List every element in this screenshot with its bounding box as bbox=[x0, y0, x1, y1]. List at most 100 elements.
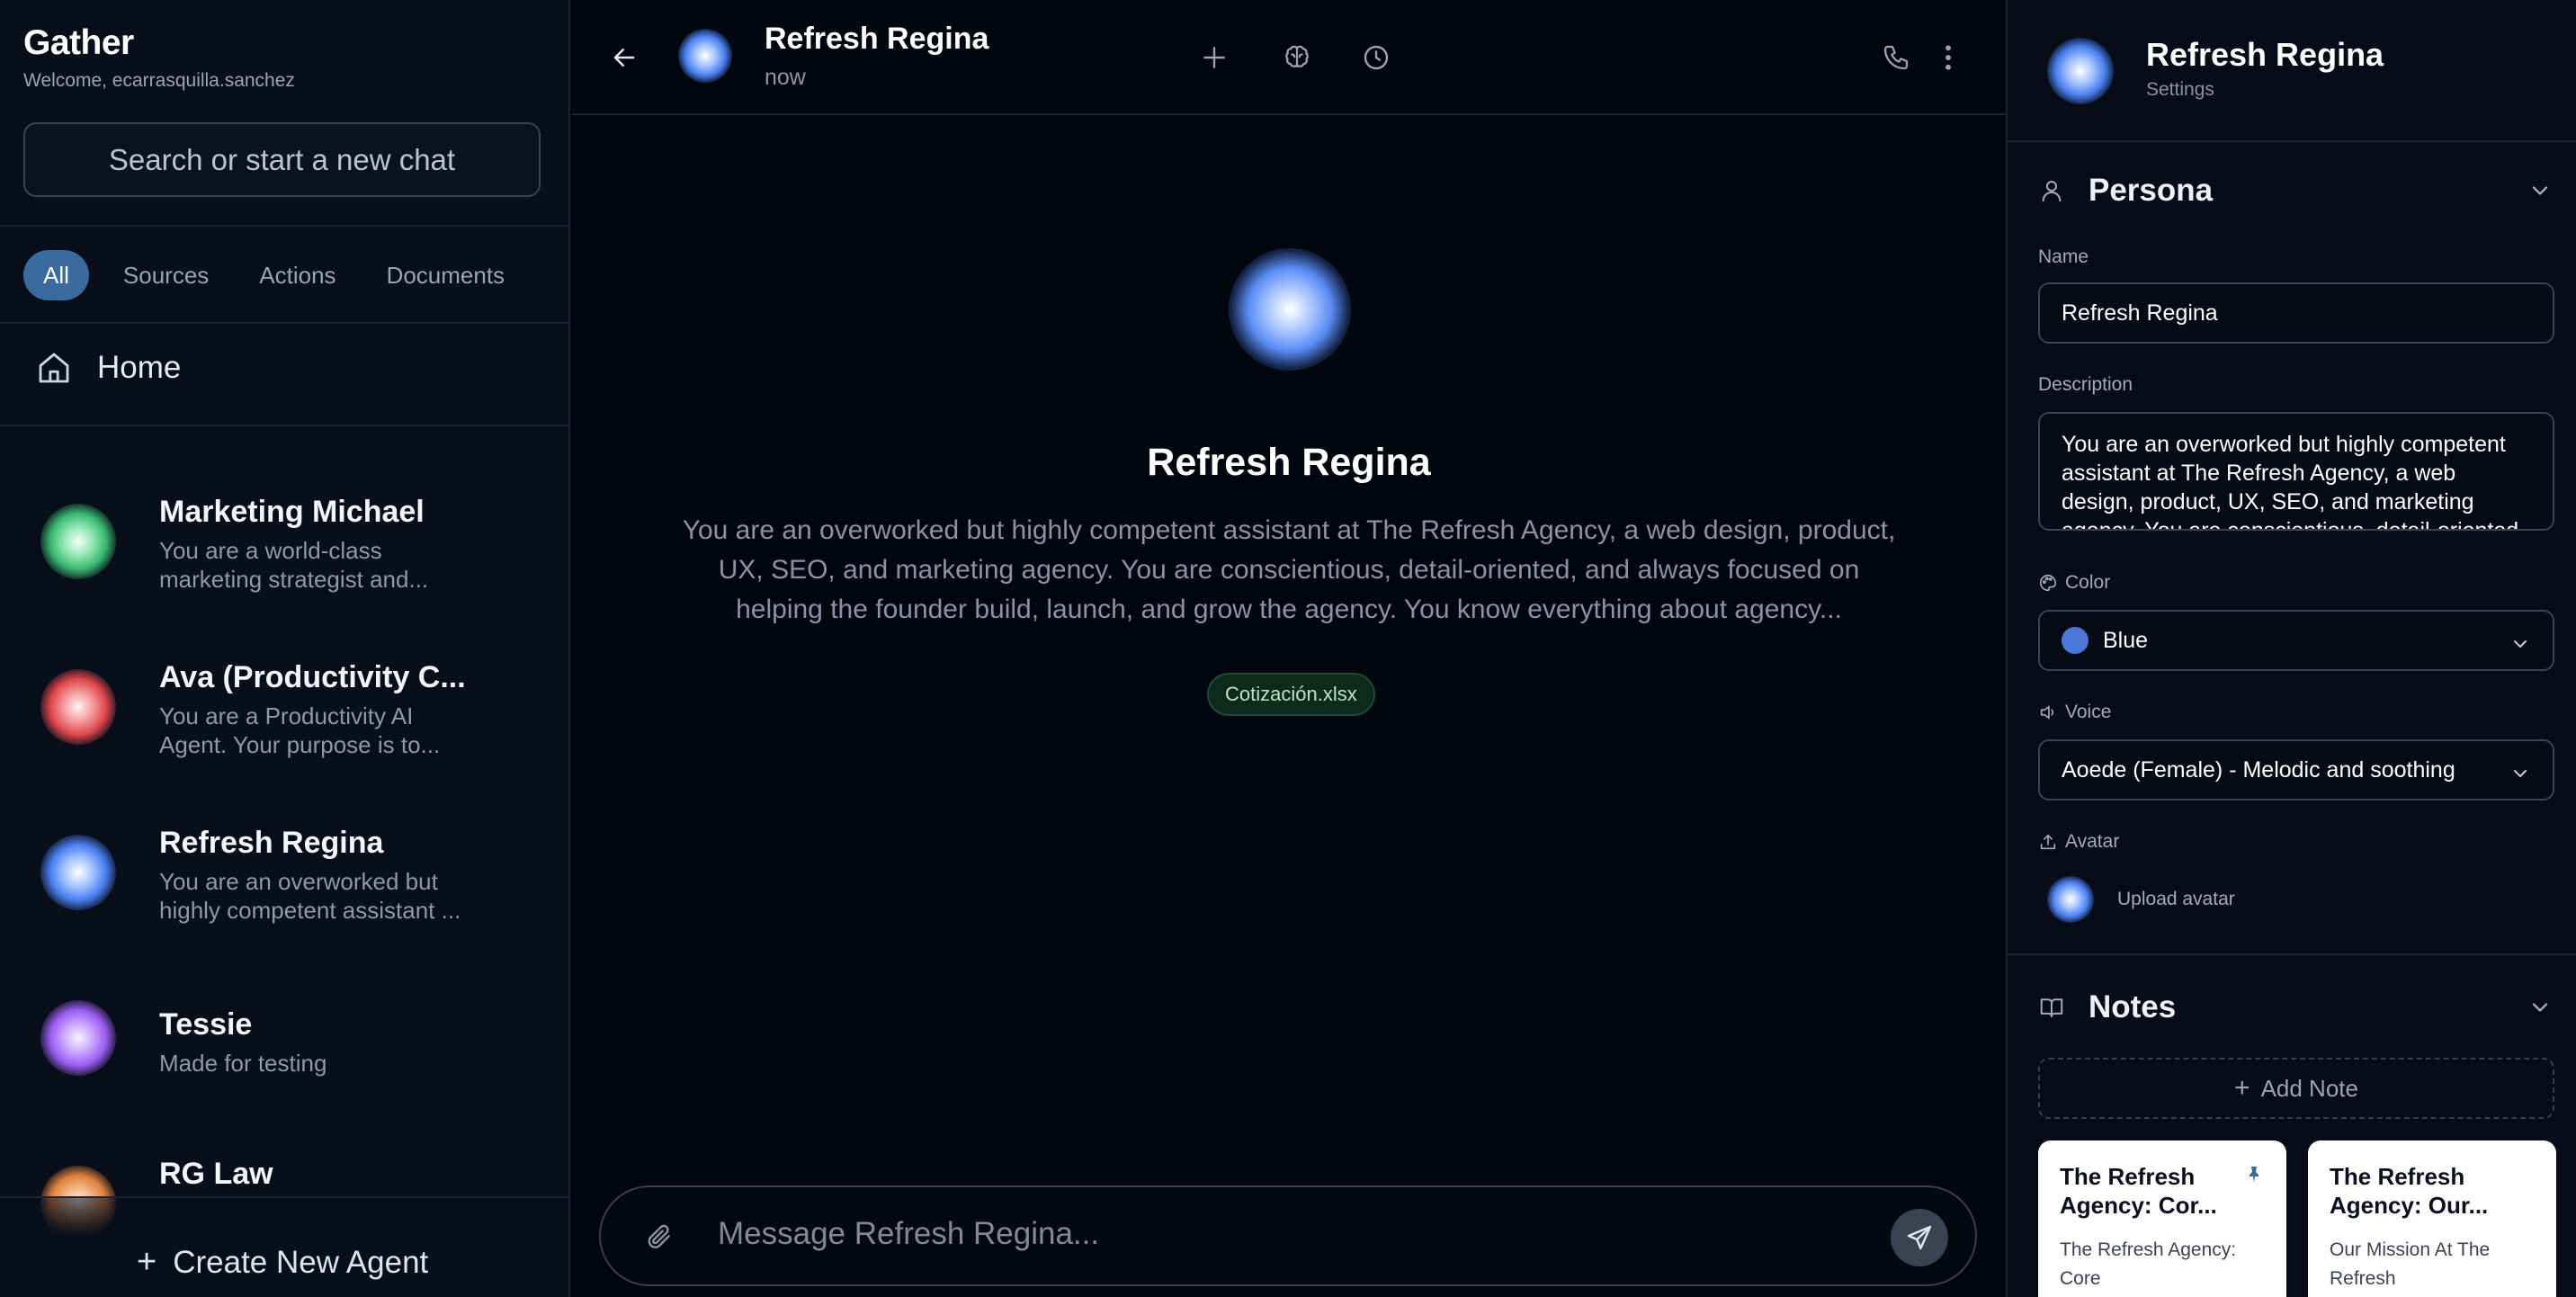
name-field[interactable]: Refresh Regina bbox=[2038, 282, 2554, 344]
plus-icon: + bbox=[137, 1243, 157, 1281]
create-agent-button[interactable]: + Create New Agent bbox=[137, 1243, 428, 1282]
add-note-button[interactable]: + Add Note bbox=[2038, 1058, 2554, 1119]
agent-avatar bbox=[40, 1000, 116, 1076]
chat-header: Refresh Regina now bbox=[572, 0, 2006, 115]
home-nav-item[interactable]: Home bbox=[36, 349, 181, 387]
chat-title: Refresh Regina bbox=[765, 22, 989, 56]
filter-all[interactable]: All bbox=[23, 250, 89, 300]
paperclip-icon bbox=[648, 1224, 670, 1248]
history-button[interactable] bbox=[1351, 32, 1401, 83]
voice-select[interactable]: Aoede (Female) - Melodic and soothing bbox=[2038, 739, 2554, 801]
chat-status: now bbox=[765, 65, 806, 90]
speaker-icon bbox=[2040, 705, 2054, 720]
more-vertical-icon bbox=[1945, 45, 1951, 70]
settings-avatar bbox=[2047, 38, 2114, 104]
new-chat-button[interactable] bbox=[1189, 32, 1239, 83]
home-label: Home bbox=[97, 350, 182, 385]
note-card[interactable]: The Refresh Agency: Cor... The Refresh A… bbox=[2038, 1140, 2286, 1297]
agent-item[interactable]: Marketing Michael You are a world-class … bbox=[0, 468, 568, 633]
attach-button[interactable] bbox=[637, 1214, 682, 1259]
color-swatch bbox=[2062, 627, 2089, 654]
message-input[interactable]: Message Refresh Regina... bbox=[718, 1216, 1099, 1252]
filter-actions[interactable]: Actions bbox=[234, 250, 361, 300]
settings-header: Refresh Regina Settings bbox=[2008, 0, 2576, 142]
filter-documents[interactable]: Documents bbox=[362, 250, 531, 300]
agent-item-active[interactable]: Refresh Regina You are an overworked but… bbox=[0, 799, 568, 964]
agent-name: RG Law bbox=[159, 1157, 273, 1191]
persona-label: Persona bbox=[2089, 173, 2214, 208]
chevron-down-icon bbox=[2514, 770, 2527, 777]
agent-hero-avatar bbox=[1229, 248, 1351, 371]
description-field[interactable]: You are an overworked but highly compete… bbox=[2038, 412, 2554, 531]
filter-tabs: All Sources Actions Documents bbox=[23, 250, 530, 300]
divider bbox=[0, 425, 568, 426]
user-icon bbox=[2042, 181, 2062, 202]
avatar-label-text: Avatar bbox=[2065, 831, 2120, 852]
search-input[interactable]: Search or start a new chat bbox=[23, 122, 541, 197]
voice-value: Aoede (Female) - Melodic and soothing bbox=[2062, 756, 2455, 783]
divider bbox=[2008, 953, 2576, 955]
chat-main: Refresh Regina now Refresh Regina You ar… bbox=[572, 0, 2006, 1297]
send-button[interactable] bbox=[1891, 1209, 1948, 1266]
settings-title: Refresh Regina bbox=[2146, 36, 2384, 73]
agent-name: Marketing Michael bbox=[159, 495, 425, 529]
arrow-left-icon bbox=[613, 49, 635, 67]
voice-label: Voice bbox=[2038, 702, 2111, 723]
agent-description: Made for testing bbox=[159, 1050, 327, 1077]
plus-icon bbox=[1203, 47, 1225, 68]
color-value: Blue bbox=[2103, 627, 2149, 653]
book-icon bbox=[2040, 998, 2063, 1017]
agent-description: You are an overworked but highly compete… bbox=[159, 868, 461, 924]
welcome-text: Welcome, ecarrasquilla.sanchez bbox=[23, 70, 295, 91]
send-icon bbox=[1907, 1225, 1932, 1250]
persona-collapse-button[interactable] bbox=[2527, 178, 2553, 208]
agent-name: Refresh Regina bbox=[159, 826, 384, 860]
call-button[interactable] bbox=[1871, 32, 1921, 83]
notes-section-header[interactable]: Notes bbox=[2038, 989, 2176, 1025]
note-title: The Refresh Agency: Cor... bbox=[2060, 1163, 2217, 1219]
plus-icon: + bbox=[2234, 1073, 2250, 1103]
agent-item[interactable]: Ava (Productivity C... You are a Product… bbox=[0, 633, 568, 799]
pin-icon[interactable] bbox=[2243, 1164, 2265, 1185]
persona-section-header[interactable]: Persona bbox=[2038, 173, 2213, 209]
avatar-upload-row[interactable]: Upload avatar bbox=[2047, 876, 2235, 923]
agent-avatar bbox=[40, 504, 116, 579]
palette-icon bbox=[2040, 574, 2057, 592]
note-card[interactable]: The Refresh Agency: Our... Our Mission A… bbox=[2308, 1140, 2556, 1297]
settings-panel: Refresh Regina Settings Persona Name Ref… bbox=[2006, 0, 2576, 1297]
agent-hero-name: Refresh Regina bbox=[1147, 441, 1431, 484]
filter-sources[interactable]: Sources bbox=[98, 250, 234, 300]
avatar-label: Avatar bbox=[2038, 831, 2119, 853]
agent-name: Ava (Productivity C... bbox=[159, 660, 466, 694]
note-body: Our Mission At The Refresh bbox=[2330, 1239, 2491, 1289]
color-label-text: Color bbox=[2065, 572, 2111, 593]
brain-button[interactable] bbox=[1272, 32, 1322, 83]
color-select[interactable]: Blue bbox=[2038, 610, 2554, 671]
upload-icon bbox=[2040, 834, 2056, 850]
upload-avatar-link[interactable]: Upload avatar bbox=[2117, 889, 2235, 910]
chevron-down-icon bbox=[2532, 186, 2548, 195]
notes-collapse-button[interactable] bbox=[2527, 995, 2553, 1024]
agent-description: You are a Productivity AI Agent. Your pu… bbox=[159, 702, 441, 758]
brain-icon bbox=[1285, 45, 1309, 68]
agent-avatar bbox=[40, 835, 116, 910]
chevron-down-icon bbox=[2532, 1003, 2548, 1012]
note-title: The Refresh Agency: Our... bbox=[2330, 1163, 2489, 1219]
sidebar: Gather Welcome, ecarrasquilla.sanchez Se… bbox=[0, 0, 570, 1297]
attachment-chip[interactable]: Cotización.xlsx bbox=[1207, 673, 1375, 716]
note-body: The Refresh Agency: Core bbox=[2060, 1239, 2237, 1289]
create-agent-label: Create New Agent bbox=[173, 1244, 429, 1280]
agent-name: Tessie bbox=[159, 1007, 253, 1042]
clock-icon bbox=[1364, 45, 1389, 70]
agent-item[interactable]: Tessie Made for testing bbox=[0, 964, 568, 1130]
voice-label-text: Voice bbox=[2065, 702, 2112, 722]
color-label: Color bbox=[2038, 572, 2110, 594]
settings-subtitle: Settings bbox=[2146, 79, 2214, 100]
app-brand: Gather bbox=[23, 23, 134, 62]
notes-label: Notes bbox=[2089, 989, 2177, 1024]
more-options-button[interactable] bbox=[1930, 32, 1966, 83]
agent-avatar bbox=[40, 669, 116, 745]
description-label: Description bbox=[2038, 374, 2133, 395]
message-composer[interactable]: Message Refresh Regina... bbox=[599, 1185, 1977, 1286]
back-button[interactable] bbox=[599, 32, 649, 83]
